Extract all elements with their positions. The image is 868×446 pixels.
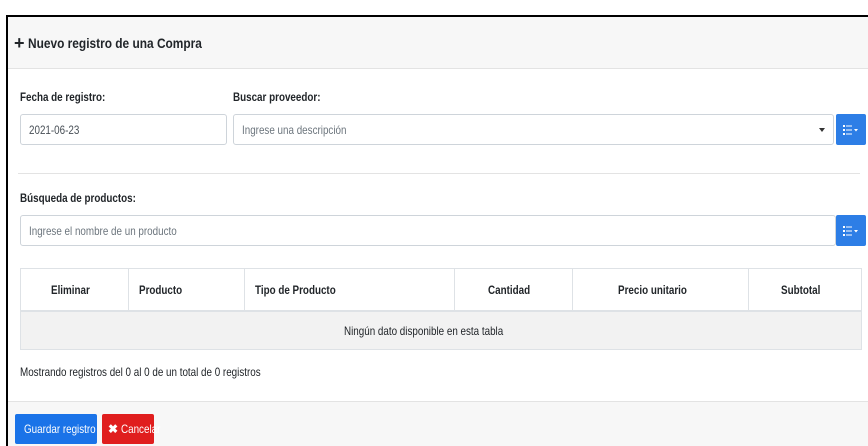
proveedor-list-button[interactable] bbox=[836, 114, 866, 145]
card-footer: Guardar registro ✖ Cancelar bbox=[8, 401, 868, 446]
list-icon bbox=[843, 124, 858, 135]
column-header[interactable]: Tipo de Producto bbox=[245, 269, 455, 311]
page-title: Nuevo registro de una Compra bbox=[27, 34, 202, 51]
divider bbox=[18, 173, 860, 174]
column-header[interactable]: Precio unitario bbox=[573, 269, 749, 311]
productos-label: Búsqueda de productos: bbox=[20, 191, 136, 205]
products-table-header: Eliminar Producto Tipo de Producto Canti… bbox=[20, 268, 862, 312]
proveedor-label: Buscar proveedor: bbox=[233, 90, 321, 104]
proveedor-select[interactable]: Ingrese una descripción bbox=[233, 114, 834, 145]
save-button[interactable]: Guardar registro bbox=[15, 414, 97, 444]
table-empty-row: Ningún dato disponible en esta tabla bbox=[20, 312, 862, 350]
fecha-label: Fecha de registro: bbox=[20, 90, 106, 104]
chevron-down-icon bbox=[819, 128, 825, 132]
plus-icon: + bbox=[14, 32, 25, 53]
card-header: + Nuevo registro de una Compra bbox=[8, 17, 868, 69]
productos-search-input[interactable]: Ingrese el nombre de un producto bbox=[20, 215, 836, 246]
cancel-button[interactable]: ✖ Cancelar bbox=[102, 414, 160, 444]
column-header[interactable]: Producto bbox=[129, 269, 245, 311]
table-info: Mostrando registros del 0 al 0 de un tot… bbox=[20, 365, 261, 379]
close-icon: ✖ bbox=[108, 422, 119, 436]
column-header[interactable]: Eliminar bbox=[21, 269, 129, 311]
column-header[interactable]: Subtotal bbox=[749, 269, 861, 311]
fecha-input[interactable]: 2021-06-23 bbox=[20, 114, 227, 145]
column-header[interactable]: Cantidad bbox=[455, 269, 573, 311]
purchase-card: + Nuevo registro de una Compra Fecha de … bbox=[6, 15, 868, 446]
productos-list-button[interactable] bbox=[836, 215, 866, 246]
list-icon bbox=[843, 225, 858, 236]
